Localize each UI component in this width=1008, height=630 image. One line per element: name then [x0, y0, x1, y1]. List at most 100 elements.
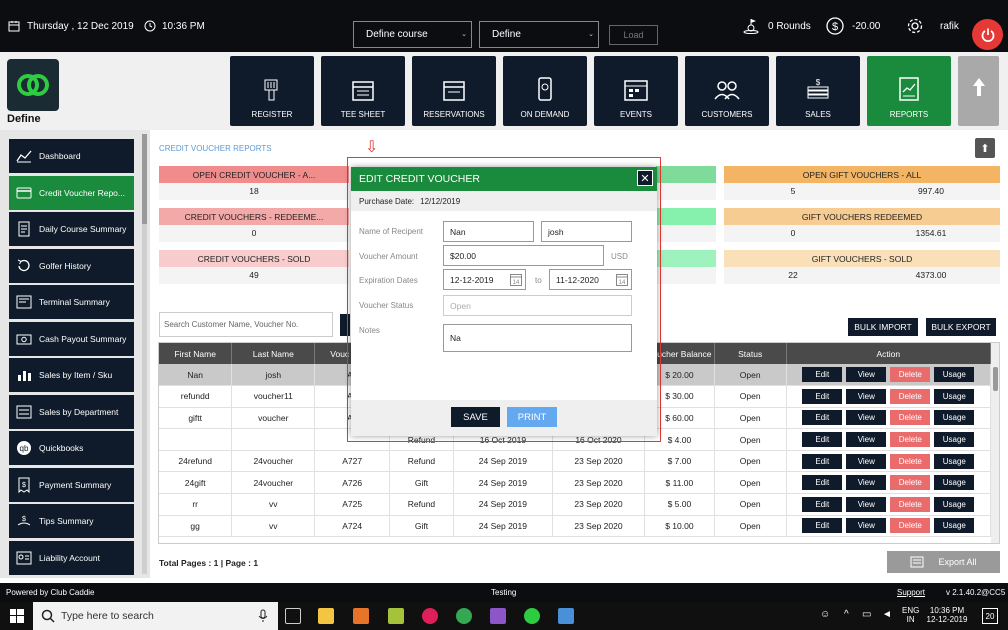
brand-logo[interactable]	[7, 59, 59, 111]
microphone-icon[interactable]	[258, 609, 268, 626]
table-row[interactable]: gg vv A724 Gift 24 Sep 2019 23 Sep 2020 $ 10.0…	[159, 515, 992, 538]
user-name[interactable]: rafik	[940, 0, 959, 52]
sidebar-item-credit-voucher[interactable]: Credit Voucher Repo...	[9, 176, 134, 210]
usage-button[interactable]: Usage	[934, 496, 975, 512]
usage-button[interactable]: Usage	[934, 453, 975, 469]
column-header[interactable]: Status	[714, 343, 787, 364]
save-button[interactable]: SAVE	[451, 407, 500, 427]
chrome-icon[interactable]	[456, 608, 472, 624]
exp-to-field[interactable]: 11-12-2020 14	[549, 269, 632, 290]
nav-tee-sheet[interactable]: TEE SHEET	[321, 56, 405, 126]
load-button[interactable]: Load	[609, 25, 658, 45]
nav-reports[interactable]: REPORTS	[867, 56, 951, 126]
table-scrollbar[interactable]	[991, 343, 999, 543]
view-button[interactable]: View	[846, 496, 887, 512]
define-select[interactable]: Define ⌄	[479, 21, 599, 48]
windows-start-icon[interactable]	[10, 609, 24, 625]
sidebar-item-cash-payout-summary[interactable]: Cash Payout Summary	[9, 322, 134, 356]
delete-button[interactable]: Delete	[890, 388, 931, 404]
export-all-button[interactable]: Export All	[887, 551, 1000, 573]
usage-button[interactable]: Usage	[934, 410, 975, 426]
taskbar-clock[interactable]: 10:36 PM 12-12-2019	[924, 606, 970, 624]
sidebar-item-liability-account[interactable]: Liability Account	[9, 541, 134, 575]
close-button[interactable]: ✕	[637, 170, 653, 186]
table-row[interactable]: rr vv A725 Refund 24 Sep 2019 23 Sep 2020 $ 5.…	[159, 493, 992, 516]
gear-icon[interactable]	[906, 17, 924, 35]
support-link[interactable]: Support	[897, 588, 925, 597]
last-name-field[interactable]: josh	[541, 221, 632, 242]
file-explorer-icon[interactable]	[318, 608, 334, 624]
view-button[interactable]: View	[846, 367, 887, 383]
app-icon[interactable]	[388, 608, 404, 624]
delete-button[interactable]: Delete	[890, 475, 931, 491]
language-indicator[interactable]: ENG IN	[902, 606, 919, 624]
club-caddie-app-icon[interactable]	[524, 608, 540, 624]
view-button[interactable]: View	[846, 475, 887, 491]
status-field[interactable]: Open	[443, 295, 632, 316]
sidebar-item-payment-summary[interactable]: $ Payment Summary	[9, 468, 134, 502]
task-view-icon[interactable]	[285, 608, 301, 624]
sidebar-item-golfer-history[interactable]: Golfer History	[9, 249, 134, 283]
sidebar-item-dashboard[interactable]: Dashboard	[9, 139, 134, 173]
nav-on-demand[interactable]: ON DEMAND	[503, 56, 587, 126]
scroll-thumb[interactable]	[993, 367, 998, 391]
view-button[interactable]: View	[846, 410, 887, 426]
table-row[interactable]: 24refund 24voucher A727 Refund 24 Sep 2019 23…	[159, 450, 992, 473]
visual-studio-icon[interactable]	[490, 608, 506, 624]
sidebar-item-sales-by-item[interactable]: Sales by Item / Sku	[9, 358, 134, 392]
edit-button[interactable]: Edit	[802, 496, 843, 512]
sidebar-item-sales-by-department[interactable]: Sales by Department	[9, 395, 134, 429]
delete-button[interactable]: Delete	[890, 432, 931, 448]
nav-register[interactable]: REGISTER	[230, 56, 314, 126]
sidebar-scrollbar[interactable]	[142, 134, 147, 574]
notification-icon[interactable]: 20	[982, 608, 998, 624]
paint-icon[interactable]	[558, 608, 574, 624]
search-input[interactable]: Search Customer Name, Voucher No.	[159, 312, 333, 337]
breadcrumb[interactable]: CREDIT VOUCHER REPORTS	[159, 144, 272, 153]
usage-button[interactable]: Usage	[934, 432, 975, 448]
view-button[interactable]: View	[846, 432, 887, 448]
scroll-thumb[interactable]	[142, 134, 147, 224]
view-button[interactable]: View	[846, 453, 887, 469]
sublime-icon[interactable]	[353, 608, 369, 624]
usage-button[interactable]: Usage	[934, 388, 975, 404]
people-icon[interactable]: ☺	[820, 609, 830, 620]
delete-button[interactable]: Delete	[890, 496, 931, 512]
table-row[interactable]: 24gift 24voucher A726 Gift 24 Sep 2019 23 Sep…	[159, 471, 992, 495]
power-button[interactable]	[972, 19, 1003, 50]
view-button[interactable]: View	[846, 388, 887, 404]
calendar-icon[interactable]: 14	[510, 273, 522, 288]
delete-button[interactable]: Delete	[890, 518, 931, 534]
nav-sales[interactable]: $ SALES	[776, 56, 860, 126]
delete-button[interactable]: Delete	[890, 453, 931, 469]
column-header[interactable]: Last Name	[231, 343, 316, 364]
delete-button[interactable]: Delete	[890, 410, 931, 426]
column-header[interactable]: First Name	[159, 343, 233, 364]
sidebar-item-daily-course-summary[interactable]: Daily Course Summary	[9, 212, 134, 246]
nav-events[interactable]: EVENTS	[594, 56, 678, 126]
edit-button[interactable]: Edit	[802, 432, 843, 448]
nav-reservations[interactable]: RESERVATIONS	[412, 56, 496, 126]
edit-button[interactable]: Edit	[802, 453, 843, 469]
bulk-import-button[interactable]: BULK IMPORT	[848, 318, 918, 336]
sidebar-item-terminal-summary[interactable]: Terminal Summary	[9, 285, 134, 319]
usage-button[interactable]: Usage	[934, 367, 975, 383]
sidebar-item-tips-summary[interactable]: $ Tips Summary	[9, 504, 134, 538]
scroll-top-button[interactable]: ⬆	[975, 138, 995, 158]
volume-icon[interactable]: ◄	[882, 609, 892, 620]
first-name-field[interactable]: Nan	[443, 221, 534, 242]
view-button[interactable]: View	[846, 518, 887, 534]
settings-gear[interactable]	[906, 0, 924, 52]
usage-button[interactable]: Usage	[934, 475, 975, 491]
slack-icon[interactable]	[422, 608, 438, 624]
nav-customers[interactable]: CUSTOMERS	[685, 56, 769, 126]
print-button[interactable]: PRINT	[507, 407, 557, 427]
amount-field[interactable]: $20.00	[443, 245, 604, 266]
network-icon[interactable]: ▭	[862, 609, 871, 620]
chevron-up-icon[interactable]: ^	[844, 609, 849, 620]
notes-field[interactable]: Na	[443, 324, 632, 352]
usage-button[interactable]: Usage	[934, 518, 975, 534]
sidebar-item-quickbooks[interactable]: qb Quickbooks	[9, 431, 134, 465]
exp-from-field[interactable]: 12-12-2019 14	[443, 269, 526, 290]
edit-button[interactable]: Edit	[802, 410, 843, 426]
